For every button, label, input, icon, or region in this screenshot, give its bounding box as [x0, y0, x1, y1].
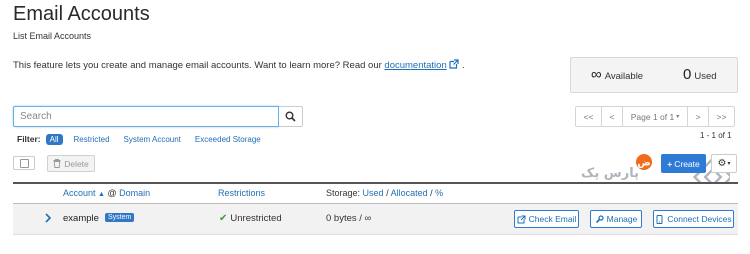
storage-percent-sort[interactable]: % [435, 188, 443, 198]
search-icon [285, 111, 296, 122]
svg-text:ض: ض [637, 158, 650, 169]
filter-restricted[interactable]: Restricted [74, 135, 110, 144]
used-value: 0 [683, 66, 692, 83]
delete-label: Delete [64, 158, 89, 169]
sort-asc-icon: ▲ [98, 191, 105, 198]
table-header: Account ▲ @ Domain Restrictions Storage:… [13, 182, 738, 204]
filter-system-account[interactable]: System Account [124, 135, 181, 144]
prev-page-button[interactable]: < [601, 106, 623, 127]
caret-down-icon: ▾ [676, 114, 680, 120]
available-value: ∞ [591, 66, 602, 83]
manage-label: Manage [606, 214, 638, 224]
next-page-button[interactable]: > [687, 106, 709, 127]
domain-sort-link[interactable]: Domain [119, 188, 150, 198]
storage-prefix: Storage: [326, 188, 361, 198]
page-subtitle: List Email Accounts [13, 31, 92, 41]
storage-allocated-sort[interactable]: Allocated [391, 188, 428, 198]
restrictions-header[interactable]: Restrictions [218, 188, 265, 198]
svg-text:پارس پک: پارس پک [581, 166, 639, 181]
trash-icon [53, 159, 61, 168]
connect-devices-label: Connect Devices [667, 214, 732, 224]
page-title: Email Accounts [13, 3, 150, 25]
account-name: example [63, 213, 99, 224]
account-sort-link[interactable]: Account [63, 188, 96, 198]
settings-dropdown-button[interactable]: ⚙ ▾ [711, 154, 737, 173]
check-icon: ✔ [219, 213, 228, 224]
intro-text: This feature lets you create and manage … [13, 59, 465, 71]
table-row: example System ✔ Unrestricted 0 bytes / ∞… [13, 204, 738, 235]
create-button[interactable]: + Create [661, 154, 706, 173]
caret-down-icon: ▾ [727, 161, 731, 167]
check-email-button[interactable]: Check Email [514, 210, 579, 228]
intro-sentence: This feature lets you create and manage … [13, 60, 385, 71]
first-page-button[interactable]: << [575, 106, 602, 127]
used-stat: 0 Used [683, 66, 717, 84]
page-select[interactable]: Page 1 of 1 ▾ [622, 106, 688, 127]
search-button[interactable] [279, 106, 303, 127]
storage-used-sort[interactable]: Used [363, 188, 384, 198]
available-stat: ∞ Available [591, 66, 643, 84]
filter-label: Filter: [17, 134, 41, 144]
create-label: Create [674, 158, 700, 169]
manage-button[interactable]: Manage [590, 210, 642, 228]
wrench-icon [595, 214, 604, 223]
page-range-text: 1 - 1 of 1 [700, 131, 732, 140]
delete-button[interactable]: Delete [47, 155, 95, 172]
storage-header: Storage: Used / Allocated / % [326, 188, 444, 198]
filter-exceeded-storage[interactable]: Exceeded Storage [195, 135, 261, 144]
filter-all[interactable]: All [45, 133, 63, 145]
restrictions-cell: ✔ Unrestricted [219, 213, 282, 224]
storage-value: 0 bytes / ∞ [326, 213, 372, 224]
at-symbol: @ [107, 188, 117, 198]
system-badge: System [105, 213, 135, 222]
select-all-checkbox[interactable] [13, 156, 35, 170]
mobile-device-icon [656, 214, 663, 224]
used-label: Used [694, 71, 717, 82]
gear-icon: ⚙ [717, 158, 727, 169]
checkbox-box [19, 158, 29, 168]
chevron-right-icon[interactable] [44, 213, 52, 223]
account-domain-header: Account ▲ @ Domain [63, 188, 150, 198]
external-link-icon [449, 59, 459, 69]
external-link-icon [517, 215, 526, 223]
connect-devices-button[interactable]: Connect Devices [653, 210, 734, 228]
plus-icon: + [667, 158, 673, 169]
check-email-label: Check Email [528, 214, 577, 224]
last-page-button[interactable]: >> [708, 106, 735, 127]
page-select-label: Page 1 of 1 [630, 111, 675, 122]
account-stats-panel: ∞ Available 0 Used [570, 57, 738, 93]
search-input[interactable] [13, 106, 279, 127]
intro-period: . [462, 60, 465, 71]
available-label: Available [604, 71, 644, 82]
pagination: << < Page 1 of 1 ▾ > >> [575, 106, 735, 127]
filter-bar: Filter: All Restricted System Account Ex… [17, 133, 275, 145]
documentation-link[interactable]: documentation [384, 60, 446, 71]
restrictions-value: Unrestricted [230, 213, 282, 224]
